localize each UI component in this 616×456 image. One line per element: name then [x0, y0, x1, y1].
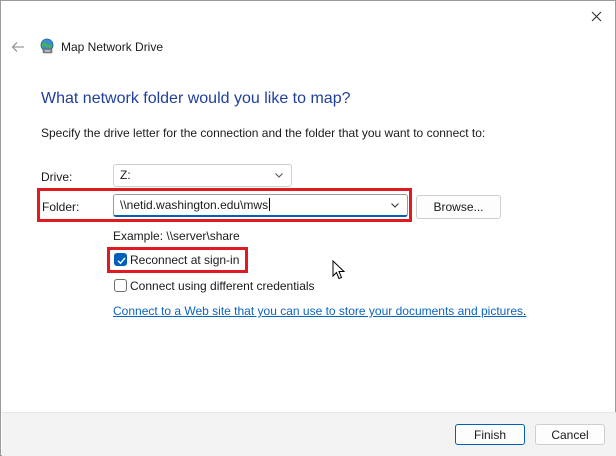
- drive-select-value: Z:: [120, 168, 131, 182]
- window-title: Map Network Drive: [61, 40, 164, 54]
- close-button[interactable]: [575, 1, 616, 31]
- finish-button[interactable]: Finish: [455, 424, 525, 445]
- folder-input-value: \\netid.washington.edu\mws: [120, 198, 269, 212]
- reconnect-label[interactable]: Reconnect at sign-in: [130, 253, 239, 267]
- dialog-window: Map Network Drive What network folder wo…: [0, 0, 616, 456]
- drive-label: Drive:: [41, 170, 73, 184]
- browse-button[interactable]: Browse...: [416, 195, 501, 219]
- folder-input[interactable]: \\netid.washington.edu\mws: [113, 194, 408, 217]
- link-period: .: [523, 304, 527, 318]
- cancel-button[interactable]: Cancel: [535, 424, 605, 445]
- web-site-link-row: Connect to a Web site that you can use t…: [113, 304, 526, 318]
- credentials-label[interactable]: Connect using different credentials: [130, 279, 315, 293]
- folder-label: Folder:: [42, 200, 80, 214]
- drive-select[interactable]: Z:: [113, 164, 292, 187]
- instruction-text: Specify the drive letter for the connect…: [41, 126, 486, 140]
- credentials-checkbox[interactable]: [114, 279, 127, 292]
- reconnect-checkbox[interactable]: [114, 253, 127, 266]
- checkmark-icon: [117, 257, 126, 265]
- close-icon: [591, 11, 601, 21]
- mouse-cursor-icon: [332, 260, 346, 280]
- back-button[interactable]: [7, 37, 29, 57]
- network-drive-icon: [40, 38, 54, 54]
- text-caret: [269, 198, 271, 211]
- chevron-down-icon: [275, 173, 283, 178]
- chevron-down-icon[interactable]: [389, 199, 401, 211]
- back-arrow-icon: [11, 42, 24, 52]
- web-site-link[interactable]: Connect to a Web site that you can use t…: [113, 304, 523, 318]
- page-heading: What network folder would you like to ma…: [41, 90, 351, 107]
- example-text: Example: \\server\share: [113, 229, 240, 243]
